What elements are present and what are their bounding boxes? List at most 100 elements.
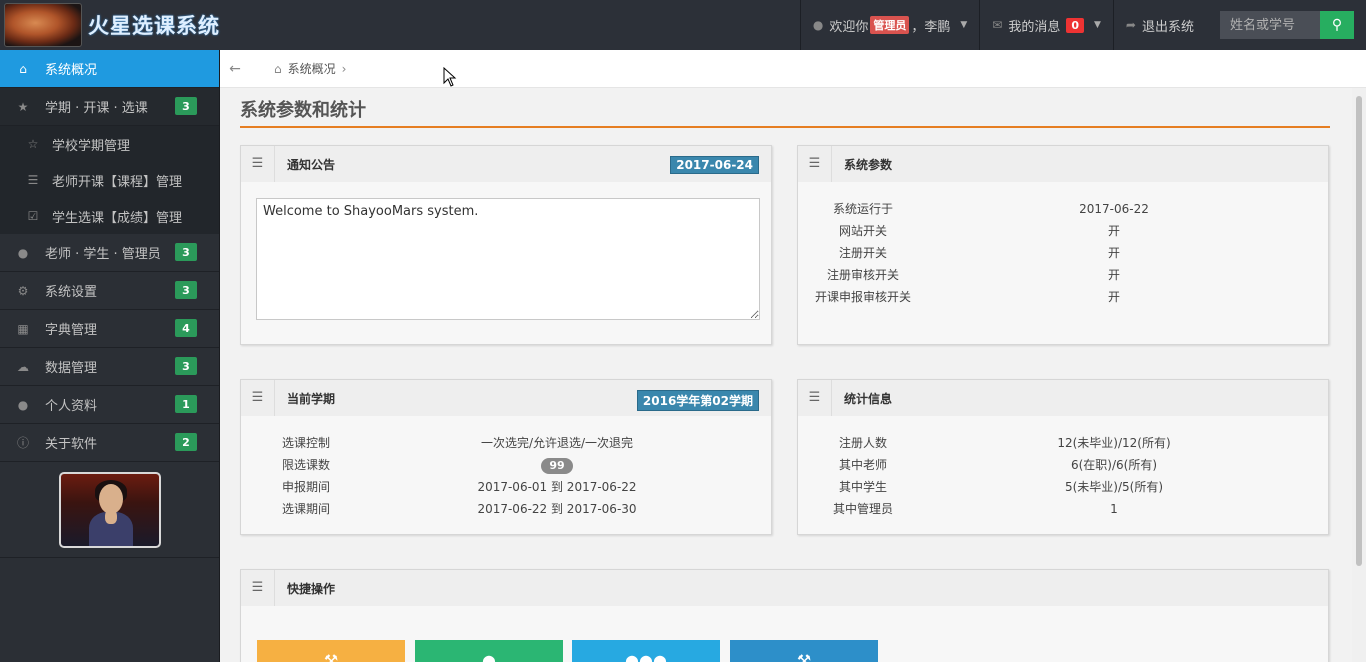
scrollbar[interactable]: [1352, 88, 1366, 662]
top-navbar: 火星选课系统 ● 欢迎你 管理员 ，李鹏 ▼ ✉ 我的消息 0 ▼ ➦ 退出系统…: [0, 0, 1366, 50]
search-form: ⚲: [1220, 11, 1354, 39]
sidebar-item-people[interactable]: ● 老师 · 学生 · 管理员 3: [0, 234, 219, 272]
term-value: 2017-06-01 到 2017-06-22: [477, 480, 637, 494]
sidebar-subitem-grade[interactable]: ☑ 学生选课【成绩】管理: [0, 198, 219, 234]
count-badge: 2: [175, 433, 197, 451]
mars-logo: [4, 3, 82, 47]
wrench-icon: ⚒: [796, 651, 812, 662]
param-value: 2017-06-22: [1079, 202, 1149, 216]
panel-title: 系统参数: [844, 157, 893, 172]
scroll-thumb[interactable]: [1356, 96, 1362, 566]
stats-row: 其中学生 5(未毕业)/5(所有): [798, 476, 1328, 498]
sidebar-item-dictionary[interactable]: ▦ 字典管理 4: [0, 310, 219, 348]
book-icon: ▦: [17, 321, 29, 336]
quick-button-wrench-2[interactable]: ⚒: [730, 640, 878, 662]
user-icon: ●: [17, 397, 29, 412]
sidebar-item-profile[interactable]: ● 个人资料 1: [0, 386, 219, 424]
panel-title: 快捷操作: [287, 581, 336, 596]
page-title: 系统参数和统计: [240, 100, 366, 121]
breadcrumb-current[interactable]: 系统概况: [288, 60, 336, 77]
caret-down-icon: ▼: [1094, 20, 1101, 30]
stats-row: 其中老师 6(在职)/6(所有): [798, 454, 1328, 476]
param-value: 开: [1107, 290, 1120, 304]
envelope-icon: ✉: [992, 18, 1003, 32]
term-row: 选课控制 一次选完/允许退选/一次退完: [241, 432, 771, 454]
breadcrumb: ← ⌂ 系统概况 ›: [220, 50, 1366, 88]
sidebar-item-data[interactable]: ☁ 数据管理 3: [0, 348, 219, 386]
sidebar-item-overview[interactable]: ⌂ 系统概况: [0, 50, 219, 88]
messages-label: 我的消息: [1008, 19, 1061, 35]
quick-button-wrench[interactable]: ⚒: [257, 640, 405, 662]
search-icon: ⚲: [1331, 17, 1343, 33]
sidebar-item-label: 系统设置: [45, 285, 98, 300]
stats-key: 注册人数: [838, 436, 887, 450]
notice-textarea[interactable]: Welcome to ShayooMars system.: [256, 198, 760, 320]
search-button[interactable]: ⚲: [1320, 11, 1354, 39]
param-row: 注册开关 开: [798, 242, 1328, 264]
share-icon: ➦: [1125, 18, 1136, 32]
cloud-icon: ☁: [17, 359, 29, 374]
arrow-left-icon[interactable]: ←: [220, 61, 250, 77]
avatar[interactable]: [58, 471, 161, 548]
list-icon: ☰: [241, 570, 275, 606]
sidebar-subitem-course[interactable]: ☰ 老师开课【课程】管理: [0, 162, 219, 198]
param-row: 开课申报审核开关 开: [798, 286, 1328, 308]
stats-key: 其中管理员: [832, 502, 893, 516]
quick-button-users[interactable]: ●●●: [572, 640, 720, 662]
panel-title: 当前学期: [287, 391, 336, 406]
users-icon: ●: [17, 245, 29, 260]
quick-button-user[interactable]: ●: [415, 640, 563, 662]
stats-value: 12(未毕业)/12(所有): [1057, 436, 1171, 450]
term-value: 一次选完/允许退选/一次退完: [480, 436, 634, 450]
param-value: 开: [1107, 224, 1120, 238]
brand[interactable]: 火星选课系统: [0, 0, 220, 50]
sidebar-subitem-term[interactable]: ☆ 学校学期管理: [0, 126, 219, 162]
term-row: 申报期间 2017-06-01 到 2017-06-22: [241, 476, 771, 498]
messages-menu[interactable]: ✉ 我的消息 0 ▼: [979, 0, 1113, 50]
check-square-icon: ☑: [27, 209, 39, 223]
sidebar-item-about[interactable]: ⓘ 关于软件 2: [0, 424, 219, 462]
term-key: 限选课数: [281, 458, 330, 472]
term-row: 选课期间 2017-06-22 到 2017-06-30: [241, 498, 771, 520]
title-divider: [240, 126, 1330, 128]
count-badge: 3: [175, 97, 197, 115]
term-label: 2016学年第02学期: [636, 390, 759, 411]
param-value: 开: [1107, 246, 1120, 260]
stats-value: 5(未毕业)/5(所有): [1064, 480, 1164, 494]
count-badge: 3: [175, 281, 197, 299]
panel-title: 通知公告: [287, 157, 336, 172]
stats-row: 注册人数 12(未毕业)/12(所有): [798, 432, 1328, 454]
user-icon: ●: [812, 18, 824, 32]
list-icon: ☰: [241, 380, 275, 416]
params-panel: ☰ 系统参数 系统运行于 2017-06-22 网站开关 开 注册开关 开 注册…: [797, 145, 1329, 345]
user-menu[interactable]: ● 欢迎你 管理员 ，李鹏 ▼: [799, 0, 979, 50]
sidebar-item-term-course[interactable]: ★ 学期 · 开课 · 选课 3: [0, 88, 219, 126]
param-key: 注册审核开关: [826, 268, 899, 282]
stats-value: 1: [1110, 502, 1118, 516]
sidebar-item-label: 学期 · 开课 · 选课: [45, 101, 148, 116]
sidebar-subitem-label: 学生选课【成绩】管理: [52, 210, 183, 226]
home-icon: ⌂: [274, 61, 282, 76]
main-area: ← ⌂ 系统概况 › 系统参数和统计 ☰ 通知公告 2017-06-24 Wel…: [220, 50, 1366, 662]
caret-down-icon: ▼: [960, 20, 968, 30]
list-icon: ☰: [798, 146, 832, 182]
info-icon: ⓘ: [16, 436, 29, 450]
panel-title: 统计信息: [844, 391, 893, 406]
welcome-prefix: 欢迎你: [829, 19, 869, 35]
sidebar-item-label: 数据管理: [45, 361, 98, 376]
star-icon: ★: [17, 99, 29, 114]
param-key: 系统运行于: [832, 202, 893, 216]
logout-link[interactable]: ➦ 退出系统: [1112, 0, 1206, 50]
wrench-icon: ⚒: [323, 651, 339, 662]
sidebar-item-settings[interactable]: ⚙ 系统设置 3: [0, 272, 219, 310]
mouse-cursor-icon: [443, 67, 457, 87]
sidebar-item-label: 老师 · 学生 · 管理员: [45, 247, 161, 262]
sidebar-item-label: 系统概况: [45, 63, 98, 78]
sidebar-item-label: 关于软件: [45, 437, 98, 452]
term-key: 选课期间: [281, 502, 330, 516]
messages-count-badge: 0: [1066, 17, 1084, 33]
stats-value: 6(在职)/6(所有): [1070, 458, 1158, 472]
search-input[interactable]: [1220, 11, 1320, 39]
sidebar-subitem-label: 学校学期管理: [52, 138, 131, 154]
stats-panel: ☰ 统计信息 注册人数 12(未毕业)/12(所有) 其中老师 6(在职)/6(…: [797, 379, 1329, 535]
